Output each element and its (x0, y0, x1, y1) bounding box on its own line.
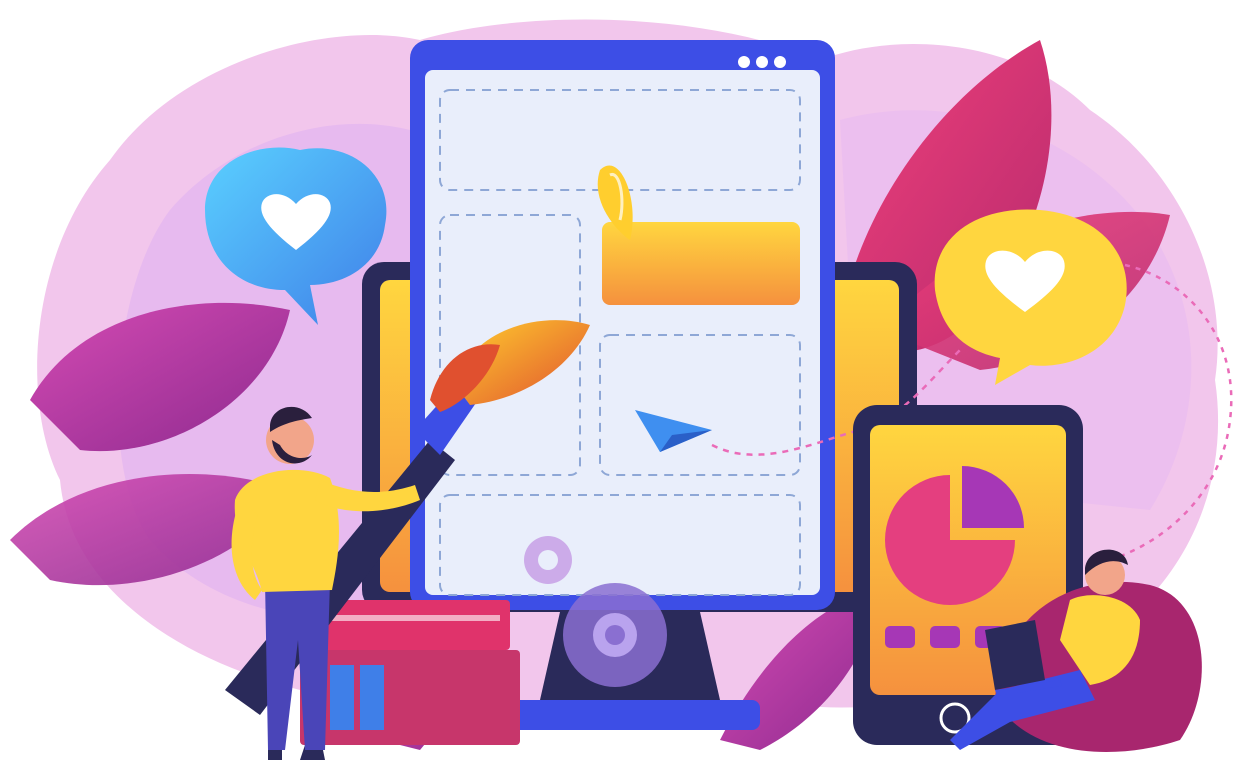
gear-icon (524, 536, 572, 584)
tablet-screen (410, 40, 835, 610)
book-stack (300, 600, 520, 745)
illustration-stage (0, 0, 1239, 764)
gear-icon (563, 583, 667, 687)
web-design-illustration (10, 19, 1233, 760)
